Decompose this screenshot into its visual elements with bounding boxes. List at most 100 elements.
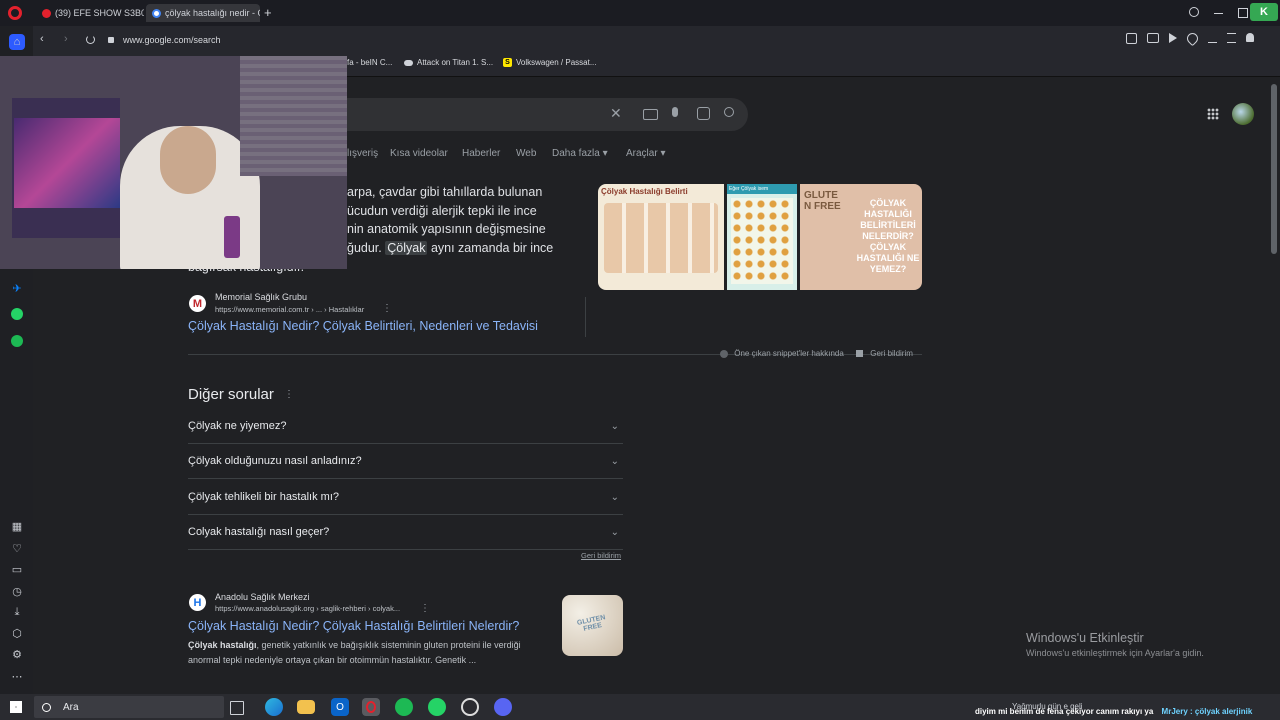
menu-icon[interactable]: [1227, 33, 1236, 43]
whatsapp-taskbar-icon[interactable]: [428, 698, 446, 716]
paa-question[interactable]: Çölyak tehlikeli bir hastalık mı? ⌄: [188, 480, 623, 515]
result-thumbnail[interactable]: GLUTEN FREE: [562, 595, 623, 656]
url-field[interactable]: www.google.com/search: [108, 30, 1108, 50]
tab-tools[interactable]: Araçlar ▾: [626, 148, 666, 159]
messenger-icon[interactable]: ✈: [9, 280, 25, 296]
tab-shopping[interactable]: lışveriş: [347, 148, 378, 159]
bookmark-attack-on-titan[interactable]: Attack on Titan 1. S...: [404, 58, 493, 67]
google-search-box[interactable]: [300, 98, 748, 131]
downloads-icon[interactable]: ⤓: [9, 604, 25, 620]
help-icon: [720, 349, 728, 358]
history-icon[interactable]: ◷: [9, 583, 25, 599]
bookmark-bein[interactable]: fa - beIN C...: [347, 58, 392, 67]
paa-question[interactable]: Colyak hastalığı nasıl geçer? ⌄: [188, 515, 623, 550]
outlook-icon[interactable]: O: [331, 698, 349, 716]
more-icon[interactable]: ⋯: [9, 668, 25, 684]
reload-icon[interactable]: [86, 35, 95, 44]
question-text: Çölyak ne yiyemez?: [188, 420, 287, 432]
opera-logo[interactable]: [8, 6, 22, 20]
search-icon[interactable]: [724, 107, 734, 117]
tab-short-videos[interactable]: Kısa videolar: [390, 148, 448, 159]
workspaces-icon[interactable]: ▦: [9, 518, 25, 534]
chevron-down-icon: ⌄: [610, 455, 619, 467]
avatar[interactable]: [1232, 103, 1254, 125]
result-site-name: Anadolu Sağlık Merkezi: [215, 592, 310, 602]
snippet-image[interactable]: Eğer Çölyak isem: [727, 184, 797, 290]
snippet-image[interactable]: GLUTEN FREE ÇÖLYAK HASTALIĞI BELİRTİLERİ…: [800, 184, 922, 290]
obs-icon[interactable]: [461, 698, 479, 716]
new-tab-button[interactable]: +: [264, 5, 272, 20]
image-caption: Çölyak Hastalığı Belirti: [601, 187, 688, 196]
result-title-link[interactable]: Çölyak Hastalığı Nedir? Çölyak Hastalığı…: [188, 619, 519, 633]
image-caption: GLUTEN FREE: [804, 190, 841, 212]
start-button-icon[interactable]: [10, 701, 22, 713]
paa-question[interactable]: Çölyak olduğunuzu nasıl anladınız? ⌄: [188, 444, 623, 479]
cup: [224, 216, 240, 258]
edge-icon[interactable]: [265, 698, 283, 716]
result-menu-icon[interactable]: ⋮: [382, 303, 392, 314]
poster: [14, 118, 120, 208]
apps-grid-icon[interactable]: [1207, 108, 1219, 120]
gamepad-icon: [404, 59, 413, 66]
toolbar-icons: [1126, 30, 1254, 47]
microphone-icon[interactable]: [672, 107, 678, 117]
paa-question[interactable]: Çölyak ne yiyemez? ⌄: [188, 409, 623, 444]
tab-label: çölyak hastalığı nedir - Go: [165, 8, 260, 18]
tab-search-icon[interactable]: [1189, 7, 1199, 17]
paa-feedback-link[interactable]: Geri bildirim: [581, 551, 621, 560]
camera-icon[interactable]: [1147, 33, 1159, 43]
tab-more[interactable]: Daha fazla ▾: [552, 148, 608, 159]
bookmark-volkswagen[interactable]: S Volkswagen / Passat...: [503, 58, 597, 67]
task-view-icon[interactable]: [230, 701, 244, 715]
snippet-image[interactable]: Çölyak Hastalığı Belirti: [598, 184, 724, 290]
opera-taskbar-icon[interactable]: [362, 698, 380, 716]
result-url: https://www.anadolusaglik.org › saglik-r…: [215, 604, 401, 613]
tab-google-search[interactable]: çölyak hastalığı nedir - Go: [146, 4, 260, 22]
result-title-link[interactable]: Çölyak Hastalığı Nedir? Çölyak Belirtile…: [188, 319, 538, 333]
bookmark-label: Volkswagen / Passat...: [516, 58, 597, 67]
download-icon[interactable]: [1208, 33, 1217, 43]
taskbar-search-box[interactable]: Ara: [34, 696, 224, 718]
maximize-button[interactable]: [1238, 8, 1248, 18]
tabs-icon[interactable]: ▭: [9, 561, 25, 577]
paa-title: Diğer sorular: [188, 386, 274, 403]
bookmark-label: Attack on Titan 1. S...: [417, 58, 494, 67]
account-icon[interactable]: [1246, 33, 1254, 42]
chevron-down-icon: ⌄: [610, 491, 619, 503]
bookmark-label: fa - beIN C...: [347, 58, 393, 67]
tab-web[interactable]: Web: [516, 148, 536, 159]
whatsapp-icon[interactable]: [9, 306, 25, 322]
tab-more-label: Daha fazla: [552, 148, 600, 159]
snippet-about-link[interactable]: Öne çıkan snippet'ler hakkında: [720, 349, 844, 358]
streamer-head: [160, 126, 216, 194]
extensions-icon[interactable]: ⬡: [9, 625, 25, 641]
page-scrollbar[interactable]: [1271, 84, 1277, 254]
home-icon[interactable]: ⌂: [9, 34, 25, 50]
clear-icon[interactable]: ✕: [610, 105, 622, 122]
play-icon[interactable]: [1169, 33, 1177, 43]
feedback-link[interactable]: Geri bildirim: [856, 349, 913, 358]
activation-watermark-title: Windows'u Etkinleştir: [1026, 631, 1144, 645]
paa-menu-icon[interactable]: ⋮: [284, 389, 294, 400]
back-button[interactable]: ‹: [40, 33, 44, 45]
lens-icon[interactable]: [697, 107, 710, 120]
tab-efe-show[interactable]: (39) EFE SHOW S3B05 | A: [36, 4, 144, 22]
heart-icon[interactable]: [1184, 30, 1201, 47]
image-drawing: [604, 203, 718, 273]
tab-news[interactable]: Haberler: [462, 148, 500, 159]
settings-icon[interactable]: ⚙: [9, 646, 25, 662]
discord-icon[interactable]: [494, 698, 512, 716]
minimize-button[interactable]: [1214, 13, 1223, 14]
search-placeholder: Ara: [63, 701, 79, 713]
file-explorer-icon[interactable]: [297, 700, 315, 714]
forward-button[interactable]: ›: [64, 33, 68, 45]
desc-text: , genetik yatkınlık ve bağışıklık sistem…: [256, 640, 521, 650]
spotify-icon[interactable]: [9, 333, 25, 349]
result-menu-icon[interactable]: ⋮: [420, 603, 430, 614]
stream-overlay-logo: K: [1250, 3, 1278, 21]
question-text: Çölyak olduğunuzu nasıl anladınız?: [188, 455, 362, 467]
keyboard-icon[interactable]: [643, 109, 658, 120]
heart-icon[interactable]: ♡: [9, 540, 25, 556]
edit-icon[interactable]: [1126, 33, 1137, 44]
spotify-taskbar-icon[interactable]: [395, 698, 413, 716]
